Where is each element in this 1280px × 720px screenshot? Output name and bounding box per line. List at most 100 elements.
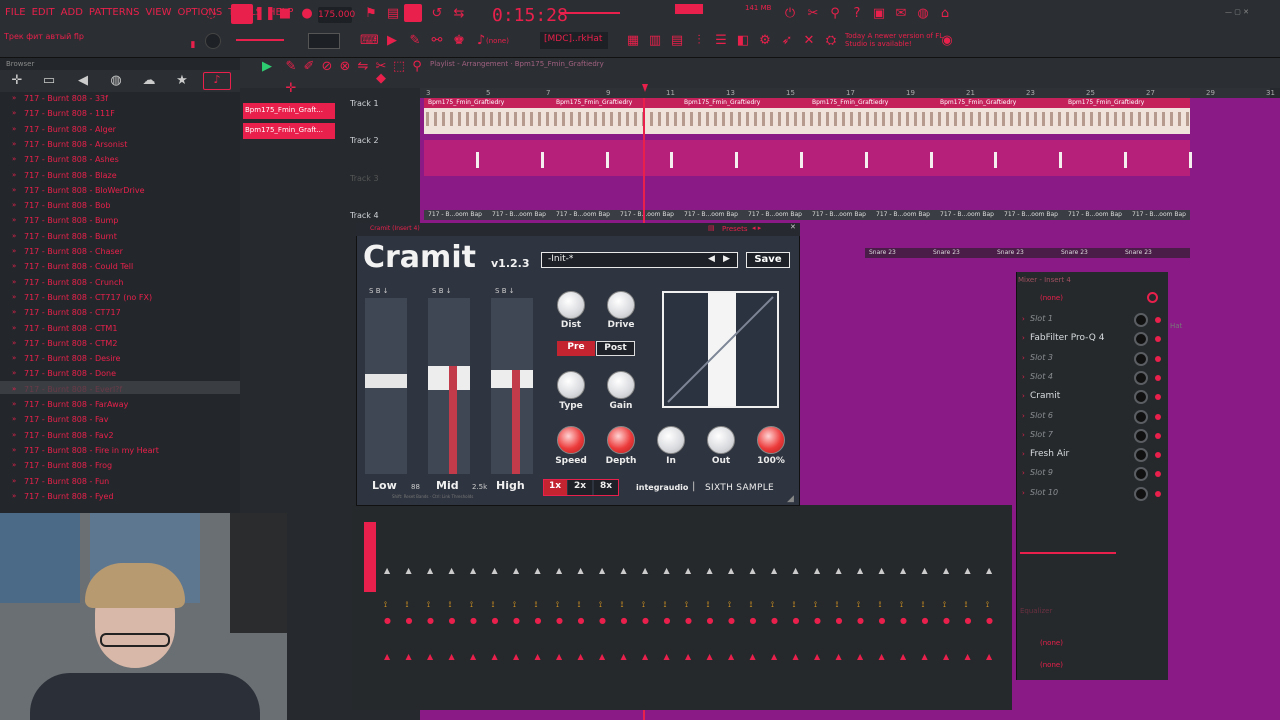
browser-item[interactable]: 717 - Burnt 808 - Ashes bbox=[24, 155, 119, 164]
save-icon[interactable]: ▣ bbox=[870, 5, 888, 23]
mixer-pan-icon[interactable]: ▲ bbox=[599, 566, 605, 575]
main-pitch-knob[interactable] bbox=[205, 33, 221, 49]
slot-mix-knob[interactable] bbox=[1134, 351, 1148, 366]
mixer-stereo-icon[interactable]: ▲ bbox=[707, 652, 713, 661]
mixer-pan-icon[interactable]: ▲ bbox=[771, 566, 777, 575]
mixer-route-icon[interactable]: ⟟ bbox=[470, 600, 473, 610]
mixer-slot[interactable]: Fresh Air bbox=[1030, 449, 1069, 459]
mixer-send-icon[interactable]: ● bbox=[642, 616, 649, 625]
browser-item[interactable]: 717 - Burnt 808 - Bob bbox=[24, 201, 110, 210]
mixer-send-icon[interactable]: ● bbox=[513, 616, 520, 625]
mixer-stereo-icon[interactable]: ▲ bbox=[642, 652, 648, 661]
mixer-pan-icon[interactable]: ▲ bbox=[556, 566, 562, 575]
post-button[interactable]: Post bbox=[596, 341, 635, 356]
mixer-route-icon[interactable]: ⟟ bbox=[685, 600, 688, 610]
browser-item[interactable]: 717 - Burnt 808 - Desire bbox=[24, 354, 120, 363]
browser-item[interactable]: 717 - Burnt 808 - Fire in my Heart bbox=[24, 446, 159, 455]
scroll-left-icon[interactable]: ◆ bbox=[372, 70, 390, 88]
slot-enable-led[interactable] bbox=[1155, 413, 1161, 420]
input-power-icon[interactable] bbox=[1147, 292, 1158, 303]
mixer-route-icon[interactable]: ⟟ bbox=[664, 600, 667, 610]
window-controls[interactable]: — ▢ ✕ bbox=[1225, 8, 1249, 16]
timeline-ruler[interactable]: 3 5 7 9 11 13 15 17 19 21 23 25 27 29 31 bbox=[420, 88, 1275, 98]
mixer-route-icon[interactable]: ⟟ bbox=[492, 600, 495, 610]
loop-record-icon[interactable]: ↺ bbox=[428, 5, 446, 23]
eq-curve[interactable] bbox=[1020, 552, 1116, 554]
mixer-stereo-icon[interactable]: ▲ bbox=[664, 652, 670, 661]
mixer-icon[interactable]: ⫶ bbox=[690, 32, 708, 50]
plugin-db-icon[interactable]: ◧ bbox=[734, 32, 752, 50]
mixer-route-icon[interactable]: ⟟ bbox=[427, 600, 430, 610]
globe-icon[interactable]: ◍ bbox=[914, 5, 932, 23]
mixer-pan-icon[interactable]: ▲ bbox=[685, 566, 691, 575]
record-menu-icon[interactable]: ⛭ bbox=[822, 32, 840, 50]
pencil-tool-icon[interactable]: ✎ bbox=[282, 58, 300, 76]
speaker-icon[interactable]: ◀ bbox=[74, 72, 92, 90]
mixer-pan-icon[interactable]: ▲ bbox=[578, 566, 584, 575]
mixer-route-icon[interactable]: ⟟ bbox=[642, 600, 645, 610]
mixer-pan-icon[interactable]: ▲ bbox=[642, 566, 648, 575]
mixer-route-icon[interactable]: ⟟ bbox=[578, 600, 581, 610]
track4-clips[interactable]: 717 - B...oom Bap 717 - B...oom Bap 717 - … bbox=[424, 210, 1190, 220]
browser-item[interactable]: 717 - Burnt 808 - BloWerDrive bbox=[24, 186, 145, 195]
pause-icon[interactable]: ❚❚ bbox=[254, 5, 276, 23]
browser-item[interactable]: 717 - Burnt 808 - Alger bbox=[24, 125, 116, 134]
mixer-route-icon[interactable]: ⟟ bbox=[599, 600, 602, 610]
tempo-display[interactable]: 175.000 bbox=[318, 7, 355, 23]
mixer-pan-icon[interactable]: ▲ bbox=[535, 566, 541, 575]
mixer-pan-icon[interactable]: ▲ bbox=[814, 566, 820, 575]
menu-file[interactable]: FILE bbox=[5, 7, 26, 18]
menu-view[interactable]: VIEW bbox=[146, 7, 172, 18]
chat-icon[interactable]: ✉ bbox=[892, 5, 910, 23]
in-knob[interactable] bbox=[657, 426, 685, 454]
mixer-route-icon[interactable]: ⟟ bbox=[965, 600, 968, 610]
high-crossover-value[interactable]: 2.5k bbox=[472, 483, 487, 491]
browser-item[interactable]: 717 - Burnt 808 - Crunch bbox=[24, 278, 123, 287]
delete-tool-icon[interactable]: ⊘ bbox=[318, 58, 336, 76]
mixer-stereo-icon[interactable]: ▲ bbox=[836, 652, 842, 661]
mixer-stereo-icon[interactable]: ▲ bbox=[879, 652, 885, 661]
preset-nav-icon[interactable]: ◂ ▸ bbox=[752, 224, 761, 232]
browser-icon[interactable]: ☰ bbox=[712, 32, 730, 50]
solo-label[interactable]: S bbox=[495, 287, 499, 295]
solo-label[interactable]: S bbox=[432, 287, 436, 295]
out-knob[interactable] bbox=[707, 426, 735, 454]
track-label[interactable]: Track 1 bbox=[350, 99, 379, 108]
mixer-send-icon[interactable]: ● bbox=[814, 616, 821, 625]
slot-arrow-icon[interactable]: › bbox=[1022, 412, 1025, 420]
pre-button[interactable]: Pre bbox=[557, 341, 595, 356]
mixer-stereo-icon[interactable]: ▲ bbox=[535, 652, 541, 661]
mixer-slot[interactable]: FabFilter Pro-Q 4 bbox=[1030, 333, 1104, 343]
dist-knob[interactable] bbox=[557, 291, 585, 319]
browser-item[interactable]: 717 - Burnt 808 - Done bbox=[24, 369, 116, 378]
pattern-item[interactable]: Bpm175_Fmin_Graft... bbox=[243, 123, 335, 139]
low-crossover-value[interactable]: 88 bbox=[411, 483, 420, 491]
browser-item[interactable]: 717 - Burnt 808 - Arsonist bbox=[24, 140, 127, 149]
mixer-output-select-2[interactable]: (none) bbox=[1040, 661, 1063, 669]
mixer-pan-icon[interactable]: ▲ bbox=[900, 566, 906, 575]
bypass-label[interactable]: B bbox=[439, 287, 444, 295]
browser-item[interactable]: 717 - Burnt 808 - Bump bbox=[24, 216, 118, 225]
mixer-send-icon[interactable]: ● bbox=[965, 616, 972, 625]
mixer-route-icon[interactable]: ⟟ bbox=[836, 600, 839, 610]
help-icon[interactable]: ? bbox=[848, 5, 866, 23]
mixer-route-icon[interactable]: ⟟ bbox=[406, 600, 409, 610]
mixer-stereo-icon[interactable]: ▲ bbox=[470, 652, 476, 661]
browser-item[interactable]: 717 - Burnt 808 - Frog bbox=[24, 461, 112, 470]
power-icon[interactable]: ⏻ bbox=[781, 5, 799, 23]
mixer-route-icon[interactable]: ⟟ bbox=[621, 600, 624, 610]
save-button[interactable]: Save bbox=[746, 252, 790, 268]
browser-item[interactable]: 717 - Burnt 808 - Fyed bbox=[24, 492, 114, 501]
mixer-slot[interactable]: Slot 4 bbox=[1030, 372, 1053, 381]
browser-item[interactable]: 717 - Burnt 808 - 33f bbox=[24, 94, 108, 103]
low-band-handle[interactable] bbox=[365, 374, 407, 388]
playlist-icon[interactable]: ▦ bbox=[624, 32, 642, 50]
mixer-stereo-icon[interactable]: ▲ bbox=[771, 652, 777, 661]
slot-mix-knob[interactable] bbox=[1134, 428, 1148, 443]
browser-item[interactable]: 717 - Burnt 808 - CTM2 bbox=[24, 339, 117, 348]
channel-rack-icon[interactable]: ▥ bbox=[646, 32, 664, 50]
star-icon[interactable]: ★ bbox=[173, 72, 191, 90]
mixer-slot[interactable]: Slot 6 bbox=[1030, 411, 1053, 420]
mixer-pan-icon[interactable]: ▲ bbox=[750, 566, 756, 575]
zoom-tool-icon[interactable]: ⚲ bbox=[408, 58, 426, 76]
